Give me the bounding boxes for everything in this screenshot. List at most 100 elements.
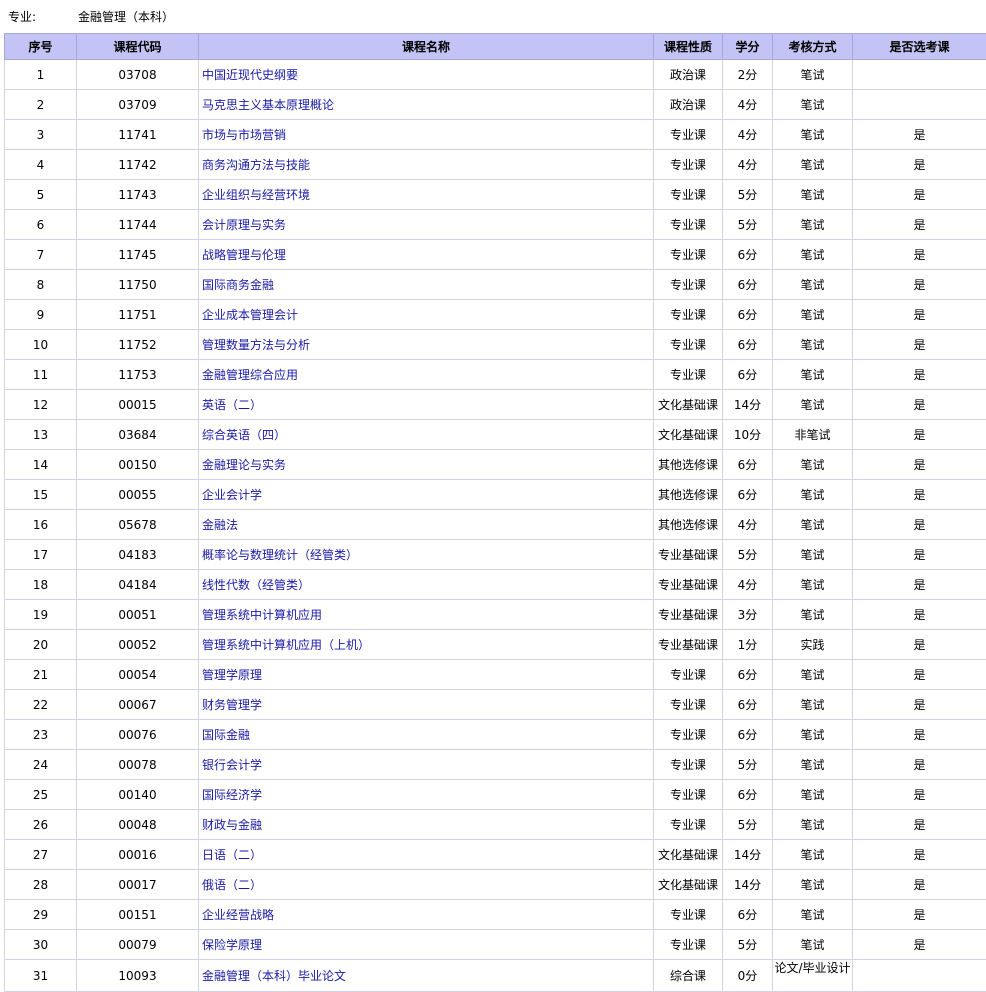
cell-code: 00015 bbox=[77, 390, 199, 420]
cell-credit: 10分 bbox=[723, 420, 773, 450]
course-name-link[interactable]: 概率论与数理统计（经管类） bbox=[202, 548, 358, 562]
cell-credit: 6分 bbox=[723, 690, 773, 720]
cell-type: 文化基础课 bbox=[654, 840, 723, 870]
major-label: 专业: bbox=[8, 9, 78, 25]
course-name-link[interactable]: 管理系统中计算机应用 bbox=[202, 608, 322, 622]
course-name-link[interactable]: 马克思主义基本原理概论 bbox=[202, 98, 334, 112]
cell-optional: 是 bbox=[853, 150, 986, 180]
cell-optional: 是 bbox=[853, 240, 986, 270]
cell-name: 金融管理（本科）毕业论文 bbox=[199, 960, 654, 992]
course-name-link[interactable]: 国际金融 bbox=[202, 728, 250, 742]
cell-optional: 是 bbox=[853, 570, 986, 600]
course-name-link[interactable]: 企业组织与经营环境 bbox=[202, 188, 310, 202]
cell-credit: 6分 bbox=[723, 480, 773, 510]
course-name-link[interactable]: 财政与金融 bbox=[202, 818, 262, 832]
cell-code: 00150 bbox=[77, 450, 199, 480]
cell-exam: 笔试 bbox=[773, 210, 853, 240]
cell-optional: 是 bbox=[853, 330, 986, 360]
cell-credit: 5分 bbox=[723, 540, 773, 570]
cell-name: 企业会计学 bbox=[199, 480, 654, 510]
course-name-link[interactable]: 日语（二） bbox=[202, 848, 262, 862]
cell-optional: 是 bbox=[853, 720, 986, 750]
course-name-link[interactable]: 国际经济学 bbox=[202, 788, 262, 802]
cell-name: 俄语（二） bbox=[199, 870, 654, 900]
table-row: 1500055企业会计学其他选修课6分笔试是 bbox=[5, 480, 986, 510]
table-row: 711745战略管理与伦理专业课6分笔试是 bbox=[5, 240, 986, 270]
cell-type: 专业课 bbox=[654, 780, 723, 810]
course-name-link[interactable]: 金融法 bbox=[202, 518, 238, 532]
table-row: 1200015英语（二）文化基础课14分笔试是 bbox=[5, 390, 986, 420]
table-row: 2300076国际金融专业课6分笔试是 bbox=[5, 720, 986, 750]
course-name-link[interactable]: 商务沟通方法与技能 bbox=[202, 158, 310, 172]
course-name-link[interactable]: 俄语（二） bbox=[202, 878, 262, 892]
course-name-link[interactable]: 财务管理学 bbox=[202, 698, 262, 712]
cell-exam: 笔试 bbox=[773, 360, 853, 390]
course-name-link[interactable]: 金融管理（本科）毕业论文 bbox=[202, 969, 346, 983]
cell-optional: 是 bbox=[853, 510, 986, 540]
course-name-link[interactable]: 保险学原理 bbox=[202, 938, 262, 952]
cell-no: 30 bbox=[5, 930, 77, 960]
cell-no: 22 bbox=[5, 690, 77, 720]
cell-exam: 笔试 bbox=[773, 570, 853, 600]
cell-credit: 4分 bbox=[723, 90, 773, 120]
cell-credit: 5分 bbox=[723, 180, 773, 210]
cell-no: 3 bbox=[5, 120, 77, 150]
course-name-link[interactable]: 金融理论与实务 bbox=[202, 458, 286, 472]
cell-optional: 是 bbox=[853, 270, 986, 300]
cell-name: 企业组织与经营环境 bbox=[199, 180, 654, 210]
cell-no: 7 bbox=[5, 240, 77, 270]
cell-exam: 笔试 bbox=[773, 450, 853, 480]
course-name-link[interactable]: 银行会计学 bbox=[202, 758, 262, 772]
course-table: 序号 课程代码 课程名称 课程性质 学分 考核方式 是否选考课 103708中国… bbox=[4, 33, 986, 992]
cell-optional: 是 bbox=[853, 210, 986, 240]
cell-code: 03684 bbox=[77, 420, 199, 450]
cell-type: 专业课 bbox=[654, 210, 723, 240]
course-name-link[interactable]: 管理数量方法与分析 bbox=[202, 338, 310, 352]
course-name-link[interactable]: 企业成本管理会计 bbox=[202, 308, 298, 322]
cell-type: 专业课 bbox=[654, 720, 723, 750]
course-name-link[interactable]: 金融管理综合应用 bbox=[202, 368, 298, 382]
course-name-link[interactable]: 中国近现代史纲要 bbox=[202, 68, 298, 82]
cell-type: 综合课 bbox=[654, 960, 723, 992]
cell-no: 27 bbox=[5, 840, 77, 870]
cell-credit: 4分 bbox=[723, 510, 773, 540]
cell-type: 专业基础课 bbox=[654, 570, 723, 600]
cell-credit: 4分 bbox=[723, 120, 773, 150]
cell-credit: 4分 bbox=[723, 570, 773, 600]
course-name-link[interactable]: 综合英语（四） bbox=[202, 428, 286, 442]
cell-code: 04184 bbox=[77, 570, 199, 600]
course-name-link[interactable]: 会计原理与实务 bbox=[202, 218, 286, 232]
cell-name: 金融法 bbox=[199, 510, 654, 540]
cell-name: 会计原理与实务 bbox=[199, 210, 654, 240]
cell-exam: 笔试 bbox=[773, 810, 853, 840]
course-name-link[interactable]: 管理学原理 bbox=[202, 668, 262, 682]
cell-code: 00055 bbox=[77, 480, 199, 510]
header-credit: 学分 bbox=[723, 34, 773, 60]
course-name-link[interactable]: 管理系统中计算机应用（上机） bbox=[202, 638, 370, 652]
cell-optional: 是 bbox=[853, 360, 986, 390]
course-name-link[interactable]: 战略管理与伦理 bbox=[202, 248, 286, 262]
course-name-link[interactable]: 国际商务金融 bbox=[202, 278, 274, 292]
course-name-link[interactable]: 企业会计学 bbox=[202, 488, 262, 502]
course-name-link[interactable]: 线性代数（经管类） bbox=[202, 578, 310, 592]
cell-no: 14 bbox=[5, 450, 77, 480]
course-name-link[interactable]: 市场与市场营销 bbox=[202, 128, 286, 142]
cell-type: 文化基础课 bbox=[654, 870, 723, 900]
cell-type: 政治课 bbox=[654, 90, 723, 120]
cell-exam: 笔试 bbox=[773, 660, 853, 690]
course-name-link[interactable]: 企业经营战略 bbox=[202, 908, 274, 922]
course-name-link[interactable]: 英语（二） bbox=[202, 398, 262, 412]
cell-exam: 笔试 bbox=[773, 480, 853, 510]
cell-optional bbox=[853, 960, 986, 992]
cell-code: 00078 bbox=[77, 750, 199, 780]
cell-exam: 笔试 bbox=[773, 60, 853, 90]
cell-code: 00151 bbox=[77, 900, 199, 930]
cell-optional: 是 bbox=[853, 450, 986, 480]
cell-optional bbox=[853, 90, 986, 120]
table-row: 2900151企业经营战略专业课6分笔试是 bbox=[5, 900, 986, 930]
cell-exam: 笔试 bbox=[773, 840, 853, 870]
cell-type: 专业课 bbox=[654, 930, 723, 960]
table-row: 611744会计原理与实务专业课5分笔试是 bbox=[5, 210, 986, 240]
cell-credit: 6分 bbox=[723, 660, 773, 690]
cell-exam: 笔试 bbox=[773, 270, 853, 300]
